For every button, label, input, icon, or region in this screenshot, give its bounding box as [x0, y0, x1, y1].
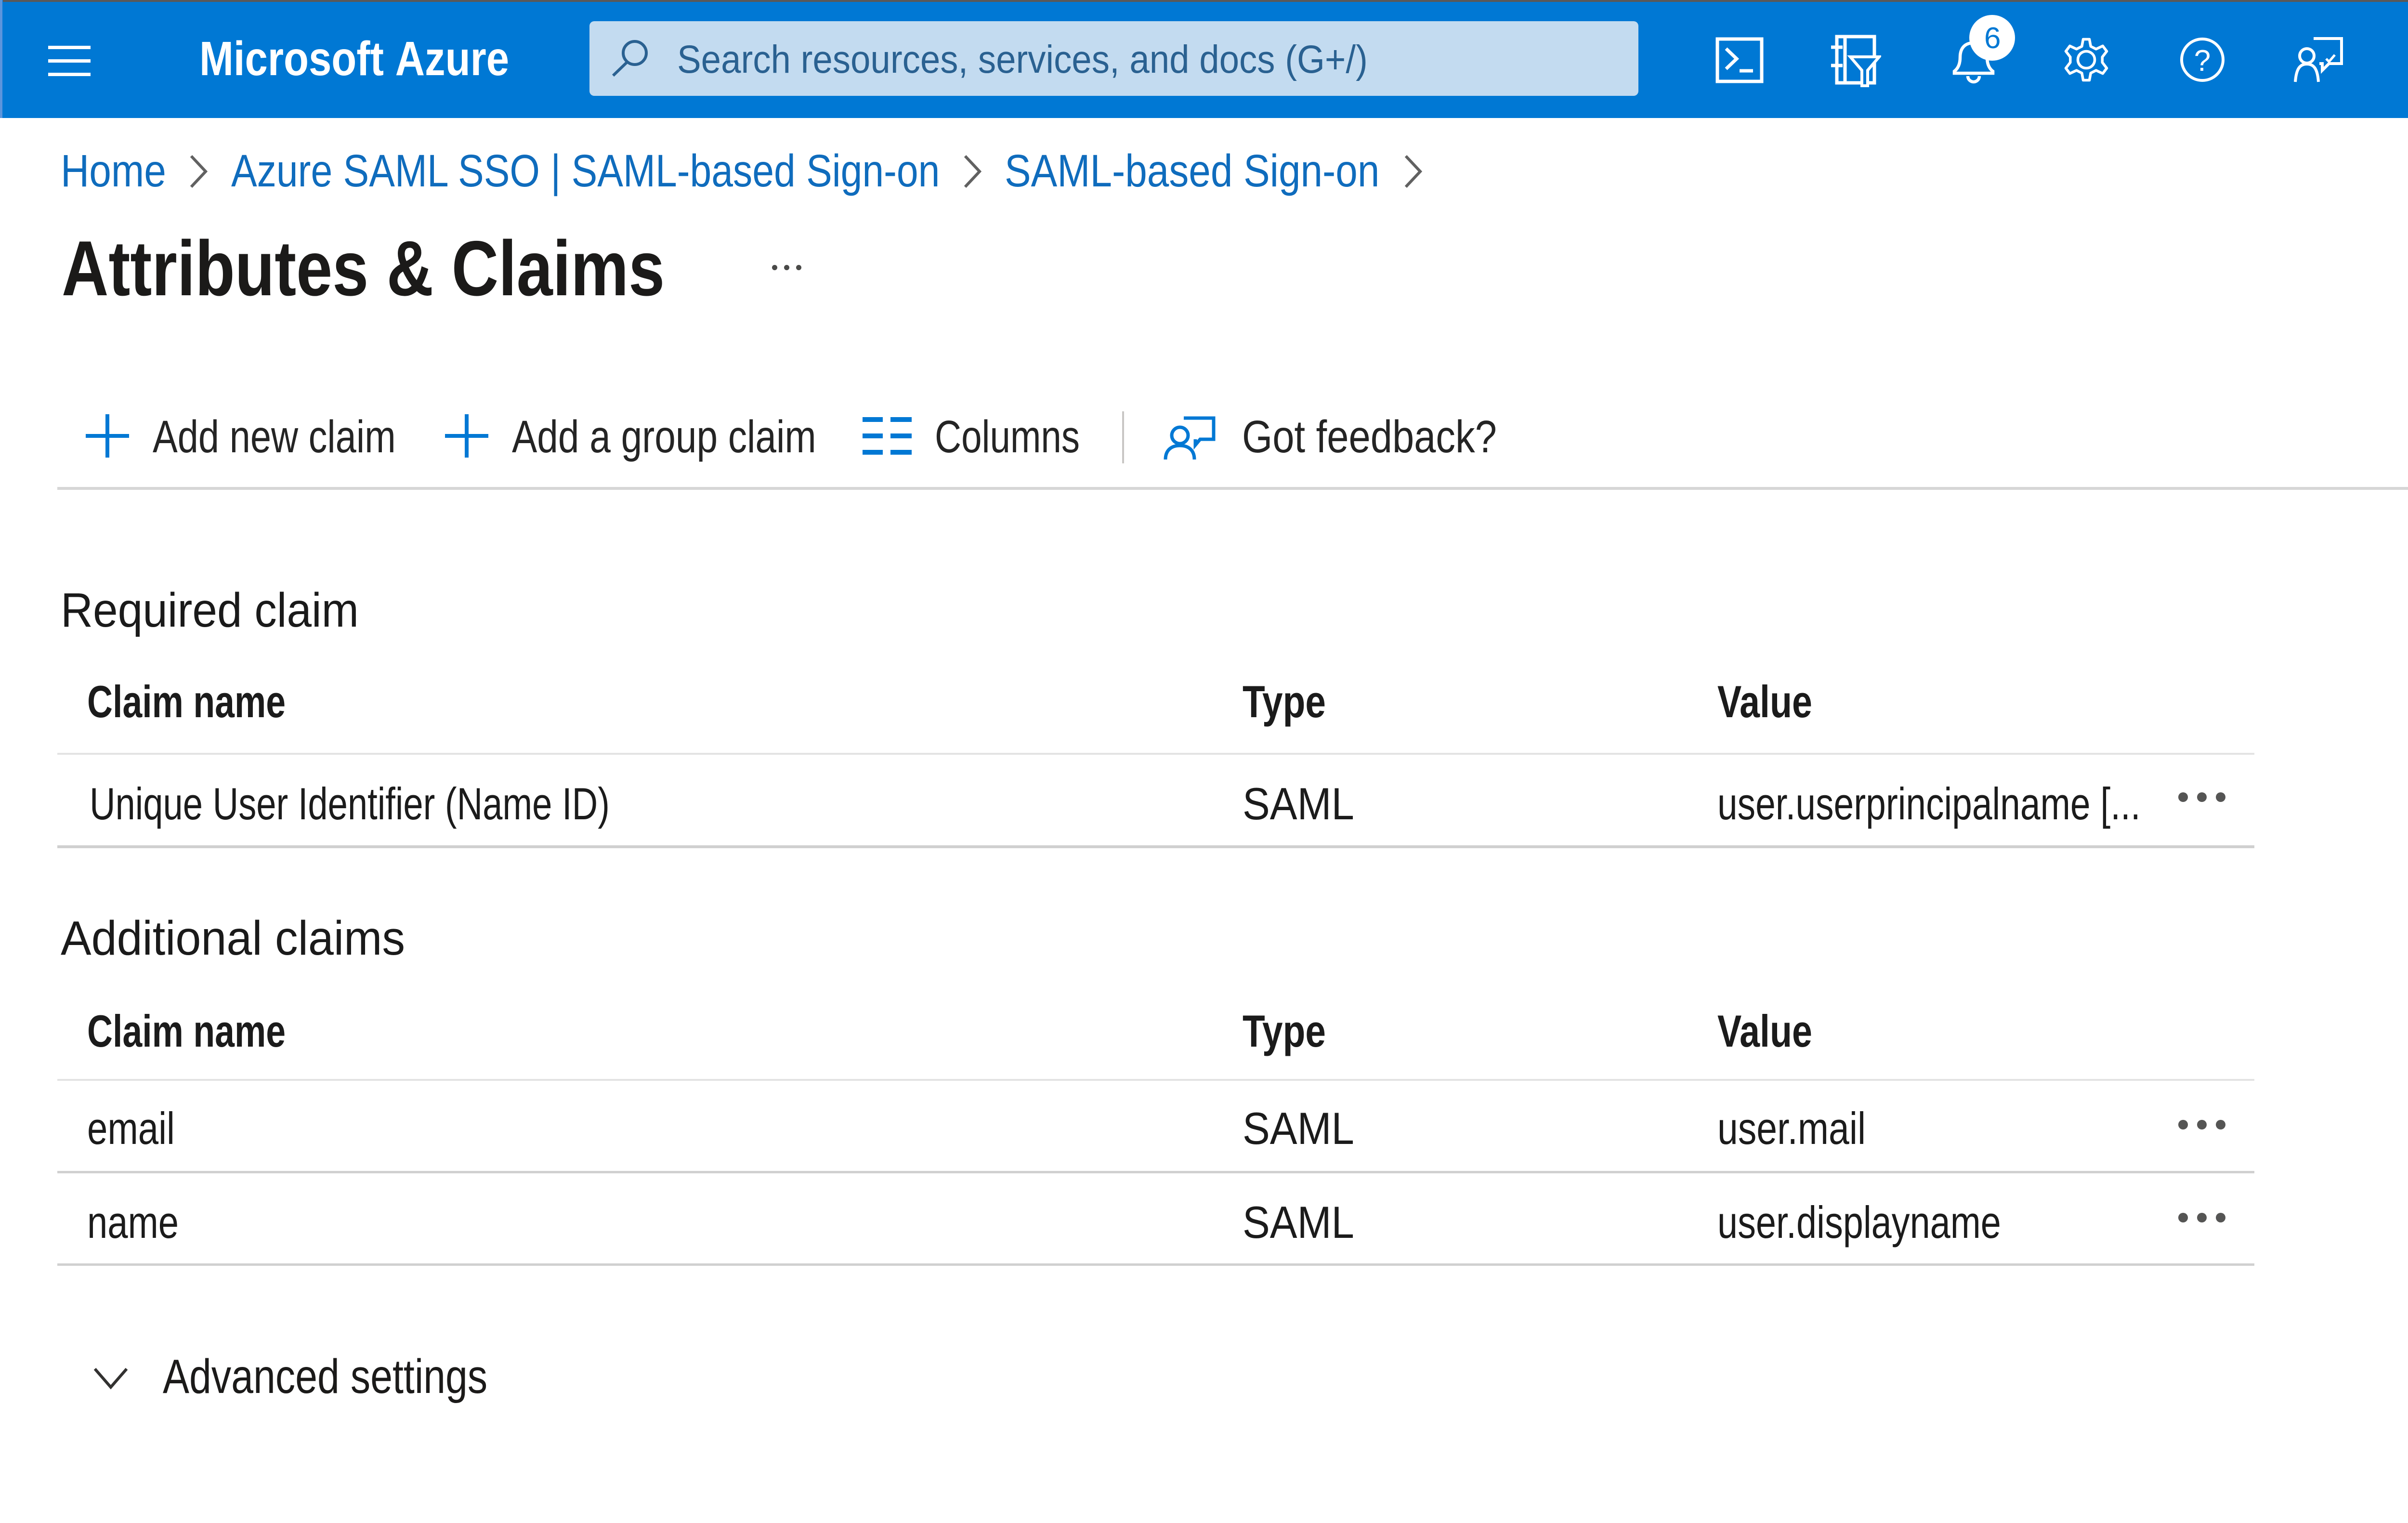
svg-text:?: ?: [2194, 44, 2211, 78]
